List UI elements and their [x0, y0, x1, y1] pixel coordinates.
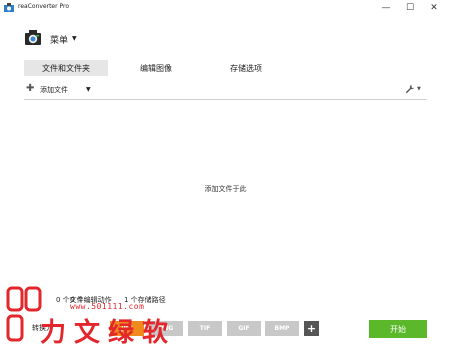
app-icon	[4, 3, 14, 12]
wrench-icon[interactable]	[405, 84, 415, 97]
add-files-button[interactable]: 添加文件	[40, 85, 68, 95]
format-bmp-button[interactable]: BMP	[265, 321, 299, 336]
watermark-url: www.501111.com	[70, 302, 145, 311]
tab-files-folders[interactable]: 文件和文件夹	[24, 60, 108, 76]
watermark-logo	[6, 286, 42, 342]
minimize-button[interactable]: —	[373, 0, 399, 16]
title-bar: reaConverter Pro — ☐ ✕	[0, 0, 449, 16]
tab-edit-images[interactable]: 编辑图像	[120, 60, 192, 76]
format-gif-button[interactable]: GIF	[227, 321, 261, 336]
menu-label[interactable]: 菜单	[50, 33, 68, 46]
menu-logo-icon[interactable]	[24, 29, 42, 47]
menu-caret-icon[interactable]: ▼	[72, 35, 77, 42]
add-format-button[interactable]: +	[304, 321, 319, 336]
add-icon[interactable]: ✚	[26, 84, 34, 94]
drop-hint: 添加文件于此	[204, 185, 247, 193]
maximize-button[interactable]: ☐	[397, 0, 423, 16]
settings-dropdown-icon[interactable]: ▼	[417, 86, 421, 92]
add-files-dropdown-icon[interactable]: ▼	[86, 86, 91, 93]
tab-save-options[interactable]: 存储选项	[210, 60, 282, 76]
start-button[interactable]: 开始	[369, 320, 427, 338]
watermark-text: 力文绿软	[40, 318, 177, 348]
close-button[interactable]: ✕	[421, 0, 447, 16]
window-title: reaConverter Pro	[18, 3, 70, 10]
format-tif-button[interactable]: TIF	[188, 321, 222, 336]
file-drop-area[interactable]: 添加文件于此	[24, 100, 427, 286]
